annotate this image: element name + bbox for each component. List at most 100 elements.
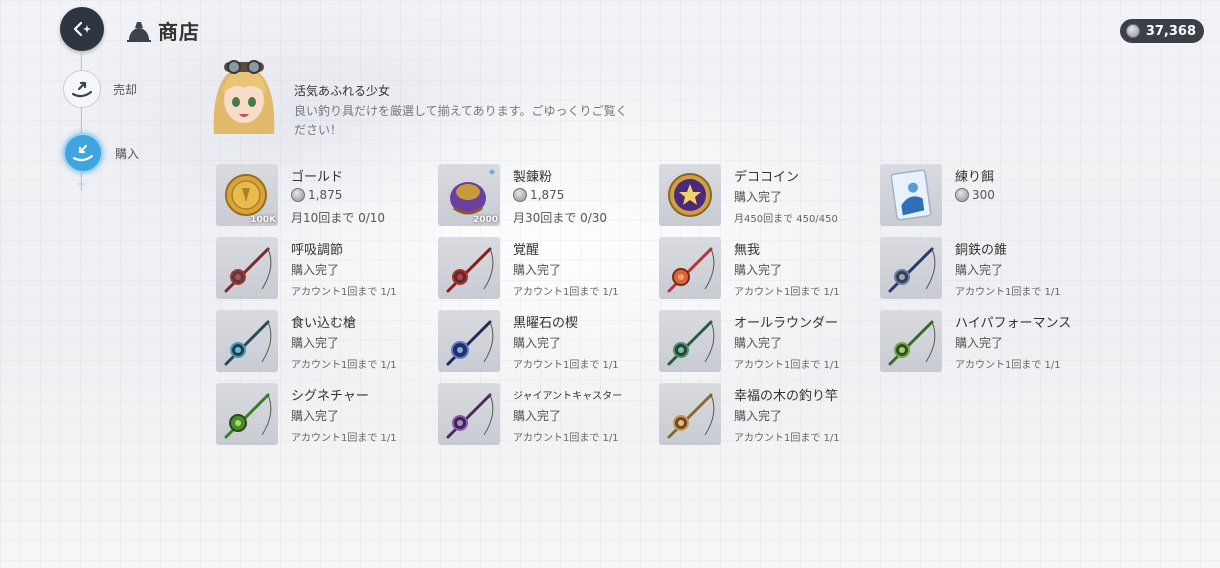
item-name: 呼吸調節 — [291, 243, 344, 258]
item-status: 購入完了 — [513, 409, 562, 423]
shop-item-rod-obsidian-wedge[interactable]: 黒曜石の楔 購入完了 アカウント1回まで 1/1 — [438, 310, 648, 374]
shop-bag-icon — [127, 21, 151, 42]
item-price: 1,875 — [291, 188, 342, 202]
qty-tag: 100K — [250, 215, 276, 225]
item-limit: アカウント1回まで 1/1 — [734, 287, 840, 298]
fishing-rod-icon — [224, 320, 272, 366]
item-thumbnail — [216, 237, 278, 299]
item-limit: アカウント1回まで 1/1 — [734, 360, 840, 371]
fishing-rod-icon — [667, 393, 715, 439]
fishing-rod-icon — [446, 320, 494, 366]
shop-item-refining-powder[interactable]: 2000 製錬粉 1,875 月30回まで 0/30 — [438, 164, 648, 228]
item-limit: アカウント1回まで 1/1 — [513, 360, 619, 371]
item-name: ハイパフォーマンス — [955, 316, 1072, 331]
tab-buy-label: 購入 — [115, 146, 140, 161]
fishing-rod-icon — [667, 320, 715, 366]
item-status: 購入完了 — [734, 190, 783, 204]
fishing-rod-icon — [446, 393, 494, 439]
shop-item-rod-allrounder[interactable]: オールラウンダー 購入完了 アカウント1回まで 1/1 — [659, 310, 869, 374]
page-header: 商店 — [126, 16, 200, 45]
item-thumbnail — [216, 383, 278, 445]
fishing-rod-icon — [667, 247, 715, 293]
item-status: 購入完了 — [955, 263, 1004, 277]
currency-display: 37,368 — [1119, 19, 1204, 43]
item-name: 幸福の木の釣り竿 — [734, 389, 839, 404]
item-status: 購入完了 — [291, 336, 340, 350]
shop-item-deco-coin[interactable]: デココイン 購入完了 月450回まで 450/450 — [659, 164, 869, 228]
item-thumbnail — [880, 164, 942, 226]
shop-item-gold[interactable]: 100K ゴールド 1,875 月10回まで 0/10 — [216, 164, 426, 228]
item-status: 購入完了 — [955, 336, 1004, 350]
buy-icon — [63, 133, 103, 173]
back-arrow-icon — [73, 21, 91, 37]
item-name: 無我 — [734, 243, 761, 258]
item-limit: 月450回まで 450/450 — [734, 214, 838, 225]
item-status: 購入完了 — [291, 263, 340, 277]
item-thumbnail — [438, 383, 500, 445]
shop-item-rod-breathing[interactable]: 呼吸調節 購入完了 アカウント1回まで 1/1 — [216, 237, 426, 301]
item-status: 購入完了 — [513, 336, 562, 350]
item-thumbnail: 100K — [216, 164, 278, 226]
item-thumbnail — [659, 383, 721, 445]
item-thumbnail — [880, 237, 942, 299]
item-limit: アカウント1回まで 1/1 — [291, 287, 397, 298]
item-thumbnail — [659, 310, 721, 372]
item-price: 300 — [955, 188, 995, 202]
item-status: 購入完了 — [734, 409, 783, 423]
fishing-rod-icon — [888, 320, 936, 366]
deco-coin-icon — [668, 173, 712, 217]
item-name: シグネチャー — [291, 389, 369, 404]
shop-item-rod-muga[interactable]: 無我 購入完了 アカウント1回まで 1/1 — [659, 237, 869, 301]
sell-icon — [63, 70, 101, 108]
item-thumbnail — [438, 237, 500, 299]
item-name: オールラウンダー — [734, 316, 839, 331]
tab-buy[interactable]: 購入 — [63, 133, 139, 173]
page-title: 商店 — [158, 20, 200, 44]
qty-tag: 2000 — [472, 215, 498, 225]
shop-item-bait[interactable]: 練り餌 300 — [880, 164, 1090, 228]
shop-item-rod-copper-awl[interactable]: 銅鉄の錐 購入完了 アカウント1回まで 1/1 — [880, 237, 1090, 301]
shop-item-rod-signature[interactable]: シグネチャー 購入完了 アカウント1回まで 1/1 — [216, 383, 426, 447]
item-thumbnail — [659, 237, 721, 299]
item-thumbnail: 2000 — [438, 164, 500, 226]
item-limit: アカウント1回まで 1/1 — [291, 433, 397, 444]
shop-item-rod-happiness-tree[interactable]: 幸福の木の釣り竿 購入完了 アカウント1回まで 1/1 — [659, 383, 869, 447]
currency-amount: 37,368 — [1145, 23, 1196, 39]
shop-item-rod-awakening[interactable]: 覚醒 購入完了 アカウント1回まで 1/1 — [438, 237, 648, 301]
fishing-rod-icon — [888, 247, 936, 293]
item-limit: アカウント1回まで 1/1 — [734, 433, 840, 444]
item-name: 食い込む槍 — [291, 316, 357, 331]
item-name: 覚醒 — [513, 243, 540, 258]
item-thumbnail — [216, 310, 278, 372]
item-name: ジャイアントキャスター — [513, 391, 623, 402]
item-name: デココイン — [734, 170, 800, 185]
npc-name: 活気あふれる少女 — [294, 84, 391, 98]
item-status: 購入完了 — [734, 336, 783, 350]
shop-item-rod-biting-spear[interactable]: 食い込む槍 購入完了 アカウント1回まで 1/1 — [216, 310, 426, 374]
item-name: 製錬粉 — [513, 170, 553, 185]
item-price: 1,875 — [513, 188, 564, 202]
back-button[interactable] — [60, 7, 104, 51]
item-name: 銅鉄の錐 — [955, 243, 1008, 258]
fishing-rod-icon — [224, 393, 272, 439]
item-thumbnail — [659, 164, 721, 226]
item-name: 黒曜石の楔 — [513, 316, 579, 331]
item-thumbnail — [438, 310, 500, 372]
item-limit: アカウント1回まで 1/1 — [291, 360, 397, 371]
tab-sell[interactable]: 売却 — [63, 70, 137, 108]
nav-end-marker-icon — [78, 178, 85, 190]
item-limit: アカウント1回まで 1/1 — [955, 287, 1061, 298]
item-limit: アカウント1回まで 1/1 — [513, 287, 619, 298]
item-status: 購入完了 — [734, 263, 783, 277]
shop-item-rod-giant-caster[interactable]: ジャイアントキャスター 購入完了 アカウント1回まで 1/1 — [438, 383, 648, 447]
silver-coin-icon — [1125, 24, 1140, 38]
fishing-rod-icon — [446, 247, 494, 293]
item-thumbnail — [880, 310, 942, 372]
silver-coin-icon — [955, 188, 969, 202]
item-status: 購入完了 — [513, 263, 562, 277]
item-limit: アカウント1回まで 1/1 — [513, 433, 619, 444]
girl-avatar-icon — [213, 60, 275, 134]
shop-item-rod-high-performance[interactable]: ハイパフォーマンス 購入完了 アカウント1回まで 1/1 — [880, 310, 1090, 374]
item-limit: 月10回まで 0/10 — [291, 211, 386, 225]
item-name: ゴールド — [291, 170, 344, 185]
